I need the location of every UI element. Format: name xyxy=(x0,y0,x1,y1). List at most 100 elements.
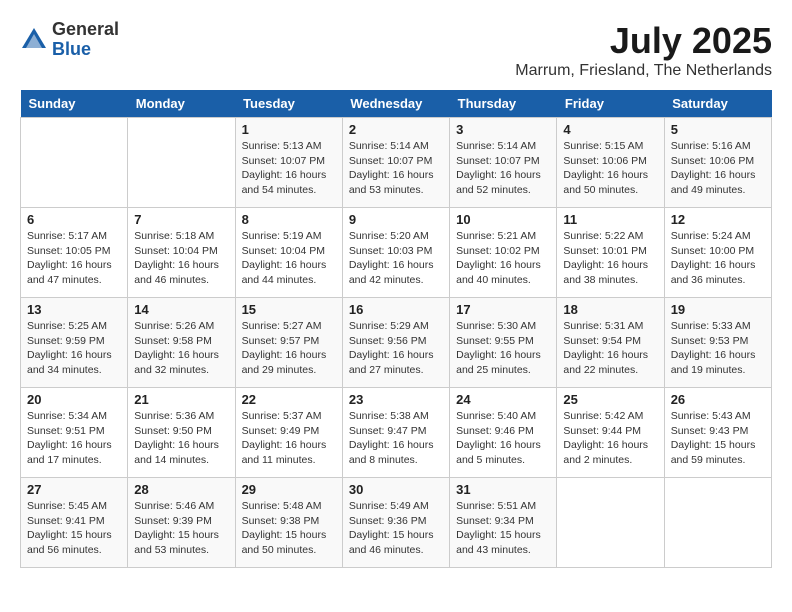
calendar-cell: 6 Sunrise: 5:17 AM Sunset: 10:05 PM Dayli… xyxy=(21,208,128,298)
day-number: 25 xyxy=(563,392,657,407)
day-of-week-header: Wednesday xyxy=(342,90,449,118)
calendar-cell: 4Sunrise: 5:15 AM Sunset: 10:06 PM Dayli… xyxy=(557,118,664,208)
calendar-cell: 5 Sunrise: 5:16 AM Sunset: 10:06 PM Dayli… xyxy=(664,118,771,208)
calendar-cell: 30Sunrise: 5:49 AM Sunset: 9:36 PM Dayli… xyxy=(342,478,449,568)
day-detail: Sunrise: 5:51 AM Sunset: 9:34 PM Dayligh… xyxy=(456,499,550,558)
day-number: 5 xyxy=(671,122,765,137)
day-detail: Sunrise: 5:20 AM Sunset: 10:03 PM Daylig… xyxy=(349,229,443,288)
calendar-cell xyxy=(21,118,128,208)
day-detail: Sunrise: 5:29 AM Sunset: 9:56 PM Dayligh… xyxy=(349,319,443,378)
day-of-week-header: Thursday xyxy=(450,90,557,118)
calendar-cell: 20Sunrise: 5:34 AM Sunset: 9:51 PM Dayli… xyxy=(21,388,128,478)
calendar-cell: 27 Sunrise: 5:45 AM Sunset: 9:41 PM Dayli… xyxy=(21,478,128,568)
title-block: July 2025 Marrum, Friesland, The Netherl… xyxy=(515,20,772,80)
day-number: 27 xyxy=(27,482,121,497)
day-number: 8 xyxy=(242,212,336,227)
day-detail: Sunrise: 5:42 AM Sunset: 9:44 PM Dayligh… xyxy=(563,409,657,468)
calendar-cell: 9 Sunrise: 5:20 AM Sunset: 10:03 PM Dayli… xyxy=(342,208,449,298)
calendar-cell: 10 Sunrise: 5:21 AM Sunset: 10:02 PM Dayl… xyxy=(450,208,557,298)
day-detail: Sunrise: 5:14 AM Sunset: 10:07 PM Daylig… xyxy=(349,139,443,198)
location-title: Marrum, Friesland, The Netherlands xyxy=(515,62,772,80)
day-detail: Sunrise: 5:19 AM Sunset: 10:04 PM Daylig… xyxy=(242,229,336,288)
day-number: 18 xyxy=(563,302,657,317)
day-number: 2 xyxy=(349,122,443,137)
day-detail: Sunrise: 5:33 AM Sunset: 9:53 PM Dayligh… xyxy=(671,319,765,378)
day-number: 9 xyxy=(349,212,443,227)
logo: General Blue xyxy=(20,20,119,60)
calendar-week-row: 1 Sunrise: 5:13 AM Sunset: 10:07 PM Dayli… xyxy=(21,118,772,208)
day-number: 13 xyxy=(27,302,121,317)
day-number: 16 xyxy=(349,302,443,317)
day-number: 29 xyxy=(242,482,336,497)
day-number: 21 xyxy=(134,392,228,407)
day-detail: Sunrise: 5:16 AM Sunset: 10:06 PM Daylig… xyxy=(671,139,765,198)
day-detail: Sunrise: 5:48 AM Sunset: 9:38 PM Dayligh… xyxy=(242,499,336,558)
calendar-cell: 24Sunrise: 5:40 AM Sunset: 9:46 PM Dayli… xyxy=(450,388,557,478)
calendar-cell: 17 Sunrise: 5:30 AM Sunset: 9:55 PM Dayli… xyxy=(450,298,557,388)
day-detail: Sunrise: 5:18 AM Sunset: 10:04 PM Daylig… xyxy=(134,229,228,288)
page-header: General Blue July 2025 Marrum, Friesland… xyxy=(20,20,772,80)
calendar-cell: 23Sunrise: 5:38 AM Sunset: 9:47 PM Dayli… xyxy=(342,388,449,478)
day-number: 15 xyxy=(242,302,336,317)
day-detail: Sunrise: 5:45 AM Sunset: 9:41 PM Dayligh… xyxy=(27,499,121,558)
day-detail: Sunrise: 5:43 AM Sunset: 9:43 PM Dayligh… xyxy=(671,409,765,468)
day-detail: Sunrise: 5:13 AM Sunset: 10:07 PM Daylig… xyxy=(242,139,336,198)
calendar-body: 1 Sunrise: 5:13 AM Sunset: 10:07 PM Dayli… xyxy=(21,118,772,568)
day-detail: Sunrise: 5:25 AM Sunset: 9:59 PM Dayligh… xyxy=(27,319,121,378)
day-number: 7 xyxy=(134,212,228,227)
day-of-week-header: Tuesday xyxy=(235,90,342,118)
day-number: 10 xyxy=(456,212,550,227)
day-number: 31 xyxy=(456,482,550,497)
day-of-week-header: Monday xyxy=(128,90,235,118)
day-number: 20 xyxy=(27,392,121,407)
day-number: 17 xyxy=(456,302,550,317)
day-of-week-header: Sunday xyxy=(21,90,128,118)
calendar-cell xyxy=(664,478,771,568)
calendar-table: SundayMondayTuesdayWednesdayThursdayFrid… xyxy=(20,90,772,568)
day-detail: Sunrise: 5:30 AM Sunset: 9:55 PM Dayligh… xyxy=(456,319,550,378)
calendar-header-row: SundayMondayTuesdayWednesdayThursdayFrid… xyxy=(21,90,772,118)
day-detail: Sunrise: 5:46 AM Sunset: 9:39 PM Dayligh… xyxy=(134,499,228,558)
day-detail: Sunrise: 5:40 AM Sunset: 9:46 PM Dayligh… xyxy=(456,409,550,468)
day-number: 22 xyxy=(242,392,336,407)
calendar-cell xyxy=(557,478,664,568)
calendar-week-row: 20Sunrise: 5:34 AM Sunset: 9:51 PM Dayli… xyxy=(21,388,772,478)
day-detail: Sunrise: 5:17 AM Sunset: 10:05 PM Daylig… xyxy=(27,229,121,288)
day-detail: Sunrise: 5:15 AM Sunset: 10:06 PM Daylig… xyxy=(563,139,657,198)
month-title: July 2025 xyxy=(515,20,772,62)
day-number: 3 xyxy=(456,122,550,137)
calendar-cell: 31 Sunrise: 5:51 AM Sunset: 9:34 PM Dayli… xyxy=(450,478,557,568)
day-number: 12 xyxy=(671,212,765,227)
day-detail: Sunrise: 5:21 AM Sunset: 10:02 PM Daylig… xyxy=(456,229,550,288)
day-number: 26 xyxy=(671,392,765,407)
calendar-cell: 8 Sunrise: 5:19 AM Sunset: 10:04 PM Dayli… xyxy=(235,208,342,298)
day-detail: Sunrise: 5:36 AM Sunset: 9:50 PM Dayligh… xyxy=(134,409,228,468)
logo-text: General Blue xyxy=(52,20,119,60)
calendar-week-row: 27 Sunrise: 5:45 AM Sunset: 9:41 PM Dayli… xyxy=(21,478,772,568)
logo-icon xyxy=(20,26,48,54)
calendar-cell: 12 Sunrise: 5:24 AM Sunset: 10:00 PM Dayl… xyxy=(664,208,771,298)
day-detail: Sunrise: 5:37 AM Sunset: 9:49 PM Dayligh… xyxy=(242,409,336,468)
calendar-cell: 29 Sunrise: 5:48 AM Sunset: 9:38 PM Dayli… xyxy=(235,478,342,568)
calendar-week-row: 13 Sunrise: 5:25 AM Sunset: 9:59 PM Dayli… xyxy=(21,298,772,388)
day-of-week-header: Saturday xyxy=(664,90,771,118)
calendar-cell: 22 Sunrise: 5:37 AM Sunset: 9:49 PM Dayli… xyxy=(235,388,342,478)
calendar-cell: 13 Sunrise: 5:25 AM Sunset: 9:59 PM Dayli… xyxy=(21,298,128,388)
calendar-cell: 7 Sunrise: 5:18 AM Sunset: 10:04 PM Dayli… xyxy=(128,208,235,298)
day-detail: Sunrise: 5:27 AM Sunset: 9:57 PM Dayligh… xyxy=(242,319,336,378)
day-detail: Sunrise: 5:24 AM Sunset: 10:00 PM Daylig… xyxy=(671,229,765,288)
calendar-cell: 18 Sunrise: 5:31 AM Sunset: 9:54 PM Dayli… xyxy=(557,298,664,388)
calendar-cell: 25 Sunrise: 5:42 AM Sunset: 9:44 PM Dayli… xyxy=(557,388,664,478)
day-number: 6 xyxy=(27,212,121,227)
calendar-cell: 16 Sunrise: 5:29 AM Sunset: 9:56 PM Dayli… xyxy=(342,298,449,388)
day-number: 1 xyxy=(242,122,336,137)
calendar-cell: 3Sunrise: 5:14 AM Sunset: 10:07 PM Dayli… xyxy=(450,118,557,208)
calendar-cell: 19Sunrise: 5:33 AM Sunset: 9:53 PM Dayli… xyxy=(664,298,771,388)
calendar-week-row: 6 Sunrise: 5:17 AM Sunset: 10:05 PM Dayli… xyxy=(21,208,772,298)
calendar-cell: 21 Sunrise: 5:36 AM Sunset: 9:50 PM Dayli… xyxy=(128,388,235,478)
day-detail: Sunrise: 5:31 AM Sunset: 9:54 PM Dayligh… xyxy=(563,319,657,378)
day-detail: Sunrise: 5:49 AM Sunset: 9:36 PM Dayligh… xyxy=(349,499,443,558)
day-number: 14 xyxy=(134,302,228,317)
calendar-cell: 15 Sunrise: 5:27 AM Sunset: 9:57 PM Dayli… xyxy=(235,298,342,388)
day-of-week-header: Friday xyxy=(557,90,664,118)
